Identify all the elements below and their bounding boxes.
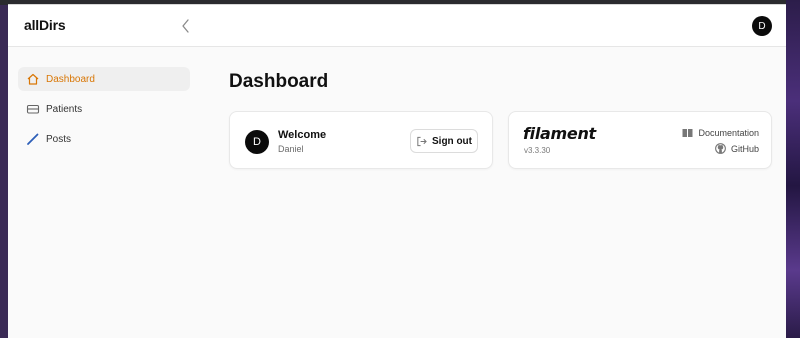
- inbox-icon: [26, 102, 40, 116]
- chevron-left-icon: [182, 19, 189, 33]
- documentation-link[interactable]: Documentation: [682, 128, 759, 138]
- desktop-wallpaper: [786, 0, 800, 338]
- sidebar-item-label: Dashboard: [46, 73, 95, 85]
- sidebar-item-label: Patients: [46, 103, 83, 115]
- sidebar-collapse-button[interactable]: [176, 16, 196, 36]
- documentation-label: Documentation: [698, 128, 759, 138]
- sign-out-icon: [416, 136, 427, 147]
- github-icon: [715, 143, 726, 154]
- brand-name[interactable]: allDirs: [24, 17, 66, 33]
- filament-version: v3.3.30: [524, 146, 551, 155]
- sidebar-item-label: Posts: [46, 133, 72, 145]
- sidebar: Dashboard Patients Posts: [8, 47, 204, 338]
- github-label: GitHub: [730, 143, 759, 154]
- user-menu-avatar[interactable]: D: [752, 16, 772, 36]
- avatar: D: [245, 130, 269, 154]
- filament-logo: filament: [523, 124, 596, 143]
- sign-out-button[interactable]: Sign out: [410, 129, 478, 153]
- browser-window: allDirs D Dashboard Patients Posts Dashb…: [8, 4, 786, 338]
- welcome-card: D Welcome Daniel Sign out: [229, 111, 493, 169]
- user-name: Daniel: [278, 144, 304, 154]
- page-title: Dashboard: [229, 71, 329, 92]
- filament-info-card: filament v3.3.30 Documentation GitHub: [508, 111, 772, 169]
- welcome-heading: Welcome: [278, 129, 327, 141]
- book-icon: [682, 128, 693, 138]
- pencil-icon: [26, 132, 40, 146]
- sidebar-item-patients[interactable]: Patients: [18, 97, 190, 121]
- top-bar: allDirs D: [8, 5, 786, 47]
- sidebar-item-posts[interactable]: Posts: [18, 127, 190, 151]
- main-content: Dashboard D Welcome Daniel Sign out fila…: [204, 47, 786, 338]
- sidebar-item-dashboard[interactable]: Dashboard: [18, 67, 190, 91]
- sign-out-label: Sign out: [432, 135, 472, 147]
- github-link[interactable]: GitHub: [715, 143, 759, 154]
- home-icon: [26, 72, 40, 86]
